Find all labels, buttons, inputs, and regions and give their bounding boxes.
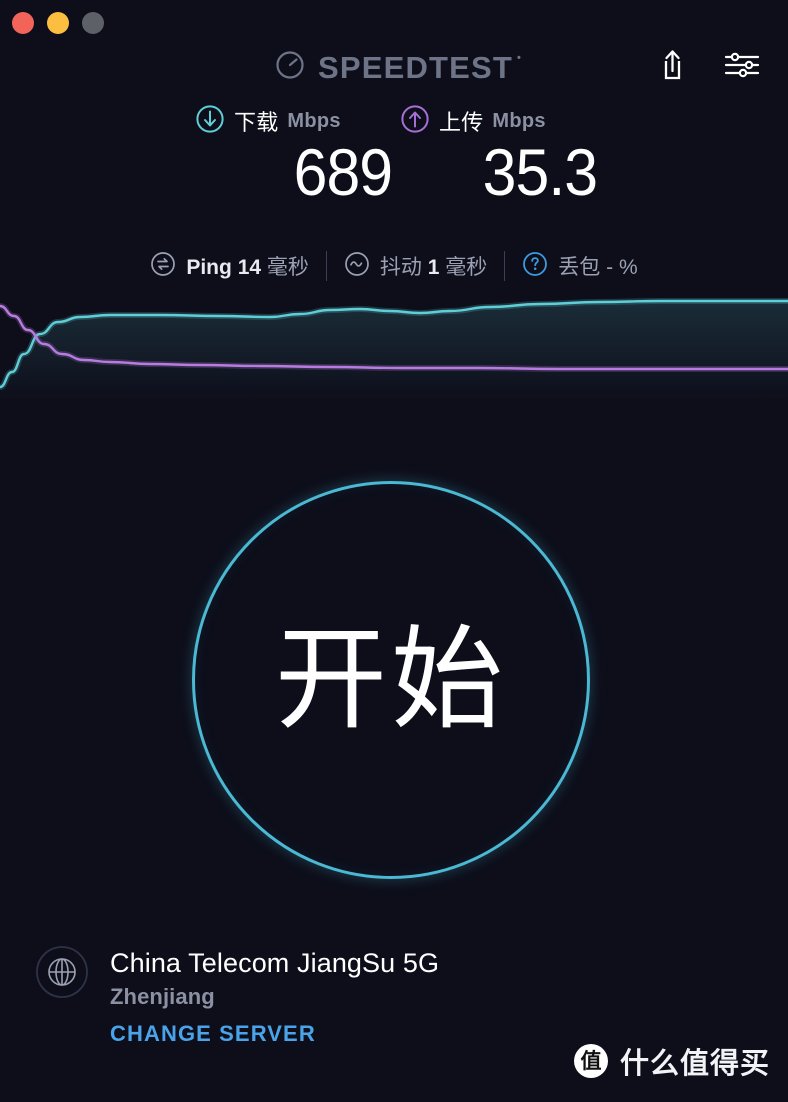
upload-label: 上传 bbox=[439, 110, 484, 135]
loss-value: - bbox=[606, 256, 614, 279]
watermark: 值 什么值得买 bbox=[573, 1040, 770, 1082]
download-result: 下载 Mbps 689 bbox=[189, 104, 394, 229]
download-label: 下载 bbox=[234, 110, 279, 135]
logo-trademark: • bbox=[517, 52, 523, 64]
jitter-label: 抖动 bbox=[379, 256, 422, 279]
ping-unit: 毫秒 bbox=[266, 256, 309, 279]
download-value: 689 bbox=[293, 135, 393, 209]
change-server-button[interactable]: CHANGE SERVER bbox=[110, 1017, 439, 1050]
results-summary: 下载 Mbps 689 上传 Mbps 35.3 bbox=[0, 104, 788, 229]
chart-canvas bbox=[0, 298, 788, 402]
jitter-stat: 抖动 1 毫秒 bbox=[327, 251, 504, 281]
loss-label: 丢包 bbox=[558, 256, 601, 279]
start-test-button[interactable]: 开始 bbox=[192, 481, 590, 879]
logo-wordmark-text: SPEEDTEST bbox=[317, 50, 514, 85]
ping-stat: Ping 14 毫秒 bbox=[133, 251, 326, 281]
ping-exchange-icon bbox=[150, 251, 176, 282]
title-bar-actions bbox=[657, 48, 760, 87]
close-window-button[interactable] bbox=[12, 12, 34, 34]
speed-history-chart bbox=[0, 292, 788, 402]
start-test-label: 开始 bbox=[275, 617, 507, 742]
speed-gauge-icon bbox=[275, 50, 305, 85]
jitter-text: 抖动 1 毫秒 bbox=[380, 251, 487, 281]
upload-unit: Mbps bbox=[492, 109, 546, 132]
ping-text: Ping 14 毫秒 bbox=[186, 251, 309, 281]
speedtest-app-window: SPEEDTEST • 下载 Mbps 689 上传 Mbps 35.3 Pin… bbox=[0, 0, 788, 1102]
chart-series-group bbox=[0, 298, 788, 402]
packet-loss-text: 丢包 - % bbox=[558, 251, 637, 281]
upload-header: 上传 Mbps bbox=[394, 104, 599, 138]
watermark-badge-icon: 值 bbox=[573, 1044, 608, 1078]
server-name: China Telecom JiangSu 5G bbox=[110, 948, 440, 978]
connection-stats-row: Ping 14 毫秒 抖动 1 毫秒 丢包 - % bbox=[0, 245, 788, 287]
maximize-window-button[interactable] bbox=[82, 12, 104, 34]
server-city: Zhenjiang bbox=[110, 983, 215, 1009]
settings-sliders-icon[interactable] bbox=[724, 50, 760, 85]
minimize-window-button[interactable] bbox=[47, 12, 69, 34]
upload-result: 上传 Mbps 35.3 bbox=[394, 104, 599, 229]
title-bar: SPEEDTEST • bbox=[0, 0, 788, 105]
help-question-icon[interactable] bbox=[522, 251, 548, 282]
jitter-value: 1 bbox=[427, 256, 440, 279]
packet-loss-stat: 丢包 - % bbox=[505, 251, 654, 281]
jitter-wave-icon bbox=[344, 251, 370, 282]
download-unit: Mbps bbox=[287, 109, 341, 132]
window-controls bbox=[12, 12, 104, 34]
server-selector: China Telecom JiangSu 5G Zhenjiang CHANG… bbox=[34, 944, 439, 1050]
arrow-down-circle-icon bbox=[195, 104, 225, 139]
jitter-unit: 毫秒 bbox=[445, 256, 488, 279]
logo-wordmark: SPEEDTEST • bbox=[317, 50, 521, 85]
ping-value: 14 bbox=[237, 256, 262, 279]
share-icon[interactable] bbox=[657, 48, 688, 87]
loss-unit: % bbox=[618, 256, 638, 279]
arrow-up-circle-icon bbox=[400, 104, 430, 139]
upload-value: 35.3 bbox=[482, 135, 598, 209]
download-header: 下载 Mbps bbox=[189, 104, 394, 138]
server-details: China Telecom JiangSu 5G Zhenjiang CHANG… bbox=[110, 944, 439, 1050]
watermark-text: 什么值得买 bbox=[619, 1048, 770, 1080]
globe-icon bbox=[34, 944, 90, 1005]
ping-label: Ping bbox=[186, 256, 232, 279]
